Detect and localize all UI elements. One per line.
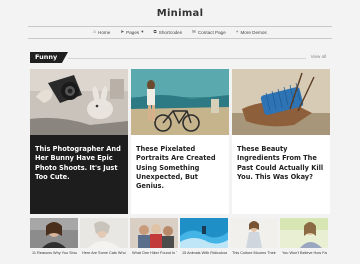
nav-item-home[interactable]: ⌂ Home	[93, 30, 110, 35]
nav-item-label: More Demos	[240, 30, 267, 35]
thumbnail-caption[interactable]: What One Hiker Found In The	[132, 251, 177, 256]
ocean-wave-photo[interactable]	[180, 218, 228, 248]
paper-plane-icon: ➤	[120, 29, 125, 35]
nav-item-label: Contact Page	[197, 30, 226, 35]
category-divider	[68, 58, 306, 59]
view-all-link[interactable]: View all	[311, 54, 326, 59]
nav-item-more-demos[interactable]: + More Demos	[236, 30, 267, 35]
site-title[interactable]: Minimal	[0, 0, 360, 19]
nav-item-contact[interactable]: ✉ Contact Page	[192, 30, 226, 35]
nav-item-label: Pages	[126, 30, 140, 35]
thumbnail-caption[interactable]: Here Are Some Cats Who Wanted	[82, 251, 127, 256]
code-icon: ⧉	[153, 29, 157, 35]
thumbnail-caption[interactable]: 15 Animals With Ridiculously	[182, 251, 227, 256]
people-group-photo[interactable]	[130, 218, 178, 248]
featured-card[interactable]: These Beauty Ingredients From The Past C…	[232, 69, 330, 214]
chevron-down-icon: ▾	[141, 29, 144, 35]
thumbnail-item[interactable]: What One Hiker Found In The	[130, 218, 178, 264]
thumbnail-row: 11 Reasons Why You Should Start Here Are…	[30, 218, 330, 264]
plus-icon: +	[235, 29, 239, 35]
thumbnail-item[interactable]: You Won't Believe How Far	[280, 218, 328, 264]
main-nav: ⌂ Home ➤ Pages ▾ ⧉ Shortcodes ✉ Contact …	[28, 26, 332, 39]
featured-card[interactable]: These Pixelated Portraits Are Created Us…	[131, 69, 229, 214]
photographer-with-bunny-photo[interactable]	[30, 69, 128, 135]
thumbnail-caption[interactable]: This Culture Mourns Their Lost	[232, 251, 277, 256]
thumbnail-caption[interactable]: 11 Reasons Why You Should Start	[32, 251, 77, 256]
nav-item-pages[interactable]: ➤ Pages ▾	[120, 30, 143, 35]
woman-portrait-photo[interactable]	[30, 218, 78, 248]
featured-card[interactable]: This Photographer And Her Bunny Have Epi…	[30, 69, 128, 214]
nav-item-label: Shortcodes	[158, 30, 183, 35]
woman-outdoor-photo[interactable]	[280, 218, 328, 248]
woman-standing-photo[interactable]	[230, 218, 278, 248]
thumbnail-item[interactable]: 11 Reasons Why You Should Start	[30, 218, 78, 264]
thumbnail-item[interactable]: This Culture Mourns Their Lost	[230, 218, 278, 264]
featured-card-title[interactable]: These Pixelated Portraits Are Created Us…	[136, 145, 225, 191]
woman-with-bicycle-photo[interactable]	[131, 69, 229, 135]
thumbnail-item[interactable]: 15 Animals With Ridiculously	[180, 218, 228, 264]
home-icon: ⌂	[93, 29, 97, 35]
woman-lying-photo[interactable]	[80, 218, 128, 248]
featured-card-title[interactable]: This Photographer And Her Bunny Have Epi…	[35, 145, 124, 182]
nav-item-shortcodes[interactable]: ⧉ Shortcodes	[154, 30, 183, 35]
site-header: Minimal	[0, 0, 360, 26]
nav-item-label: Home	[98, 30, 111, 35]
thumbnail-item[interactable]: Here Are Some Cats Who Wanted	[80, 218, 128, 264]
thumbnail-caption[interactable]: You Won't Believe How Far	[282, 251, 327, 256]
category-header: Funny View all	[30, 51, 330, 64]
featured-card-title[interactable]: These Beauty Ingredients From The Past C…	[237, 145, 326, 182]
blue-yarn-knitting-photo[interactable]	[232, 69, 330, 135]
category-tag[interactable]: Funny	[30, 52, 68, 63]
envelope-icon: ✉	[192, 29, 196, 35]
